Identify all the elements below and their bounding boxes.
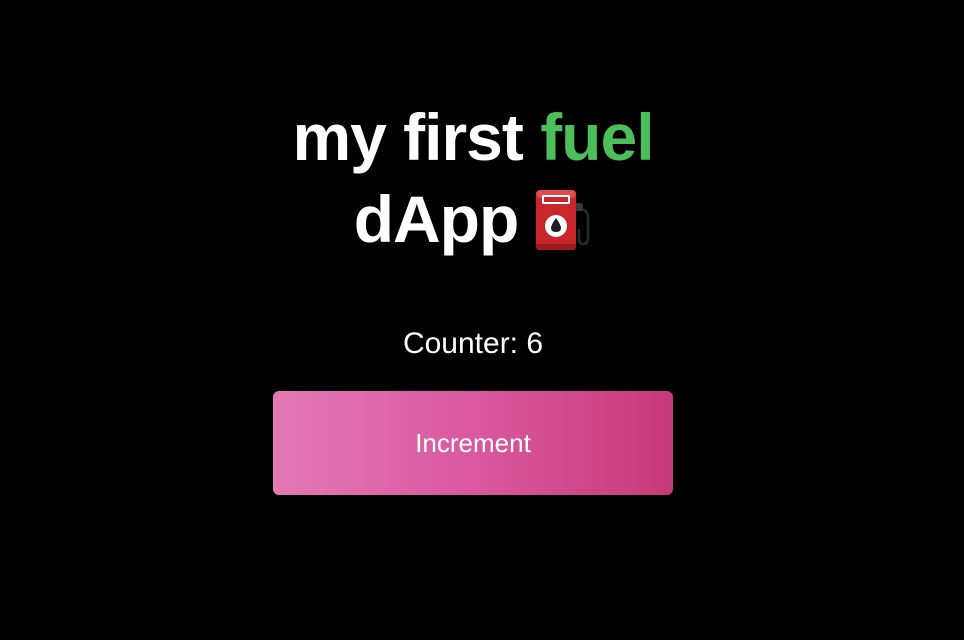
- fuel-pump-icon: [534, 186, 592, 252]
- page-title: my first fuel dApp: [0, 96, 946, 260]
- title-line-2: dApp: [353, 182, 520, 256]
- title-prefix: my first: [292, 100, 523, 174]
- title-accent-fuel: fuel: [540, 100, 654, 174]
- increment-button[interactable]: Increment: [273, 391, 673, 495]
- counter-display: Counter: 6: [402, 327, 544, 360]
